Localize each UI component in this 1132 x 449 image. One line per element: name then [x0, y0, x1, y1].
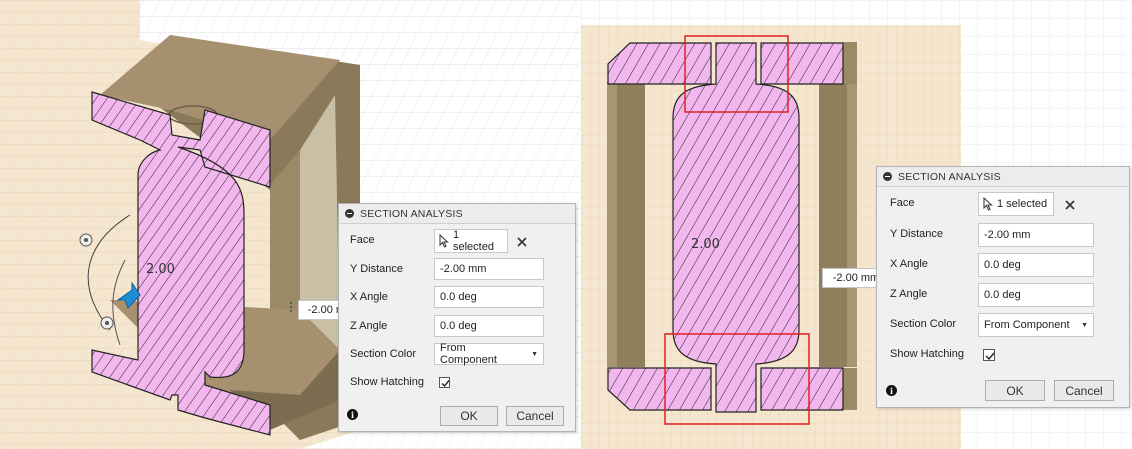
checkmark-icon: [985, 352, 995, 361]
section-top-flange-left[interactable]: [607, 42, 712, 85]
panel-header[interactable]: SECTION ANALYSIS: [339, 204, 575, 224]
show-hatching-checkbox[interactable]: [439, 377, 450, 388]
y-distance-label: Y Distance: [890, 228, 943, 240]
show-hatching-label: Show Hatching: [890, 348, 964, 360]
z-angle-label: Z Angle: [890, 288, 928, 300]
cancel-button[interactable]: Cancel: [506, 406, 564, 426]
face-select-button[interactable]: 1 selected: [434, 229, 508, 253]
face-selection-text: 1 selected: [997, 198, 1048, 210]
section-bottom-flange-right[interactable]: [760, 367, 844, 411]
panel-header[interactable]: SECTION ANALYSIS: [877, 167, 1129, 187]
cancel-button[interactable]: Cancel: [1054, 380, 1114, 401]
checkmark-icon: [441, 380, 450, 388]
y-distance-input[interactable]: -2.00 mm: [434, 258, 544, 280]
y-distance-label: Y Distance: [350, 263, 403, 275]
collapse-icon[interactable]: [883, 172, 892, 181]
right-viewport[interactable]: 2.00 -2.00 mm SECTION ANALYSIS Face 1 se…: [581, 0, 1132, 449]
ok-button[interactable]: OK: [440, 406, 498, 426]
z-angle-input[interactable]: 0.0 deg: [434, 315, 544, 337]
cursor-icon: [439, 234, 449, 248]
section-analysis-panel: SECTION ANALYSIS Face 1 selected Y Dista…: [876, 166, 1130, 408]
face-label: Face: [890, 197, 915, 209]
clear-selection-icon[interactable]: [1064, 199, 1076, 211]
y-distance-input[interactable]: -2.00 mm: [978, 223, 1094, 247]
left-viewport[interactable]: 2.00 -2.00 mm SECTION ANALYSIS Face 1 se…: [0, 0, 580, 449]
info-icon[interactable]: i: [886, 385, 897, 396]
x-angle-label: X Angle: [890, 258, 928, 270]
section-bottom-flange-left[interactable]: [607, 367, 712, 411]
section-web[interactable]: [672, 42, 800, 413]
clear-selection-icon[interactable]: [516, 236, 528, 248]
section-color-label: Section Color: [350, 348, 417, 360]
panel-title: SECTION ANALYSIS: [898, 170, 1001, 183]
section-color-dropdown[interactable]: From Component ▼: [978, 313, 1094, 337]
face-select-button[interactable]: 1 selected: [978, 192, 1054, 216]
z-angle-label: Z Angle: [350, 320, 388, 332]
show-hatching-label: Show Hatching: [350, 376, 424, 388]
collapse-icon[interactable]: [345, 209, 354, 218]
face-label: Face: [350, 234, 375, 246]
drag-handle-icon[interactable]: [290, 302, 293, 314]
x-angle-label: X Angle: [350, 291, 388, 303]
section-color-label: Section Color: [890, 318, 957, 330]
chevron-down-icon: ▼: [1081, 321, 1088, 329]
chevron-down-icon: ▼: [531, 350, 538, 358]
section-color-value: From Component: [440, 342, 497, 366]
info-icon[interactable]: i: [347, 409, 358, 420]
section-top-flange-right[interactable]: [760, 42, 844, 85]
section-color-value: From Component: [984, 319, 1070, 331]
dimension-label: 2.00: [146, 262, 175, 277]
z-angle-input[interactable]: 0.0 deg: [978, 283, 1094, 307]
x-angle-input[interactable]: 0.0 deg: [978, 253, 1094, 277]
dimension-label: 2.00: [691, 237, 720, 252]
section-color-dropdown[interactable]: From Component ▼: [434, 342, 544, 366]
cursor-icon: [983, 197, 993, 211]
section-analysis-panel: SECTION ANALYSIS Face 1 selected Y Dista…: [338, 203, 576, 432]
panel-title: SECTION ANALYSIS: [360, 207, 463, 220]
face-selection-text: 1 selected: [453, 229, 494, 253]
x-angle-input[interactable]: 0.0 deg: [434, 286, 544, 308]
show-hatching-checkbox[interactable]: [983, 349, 995, 361]
ok-button[interactable]: OK: [985, 380, 1045, 401]
